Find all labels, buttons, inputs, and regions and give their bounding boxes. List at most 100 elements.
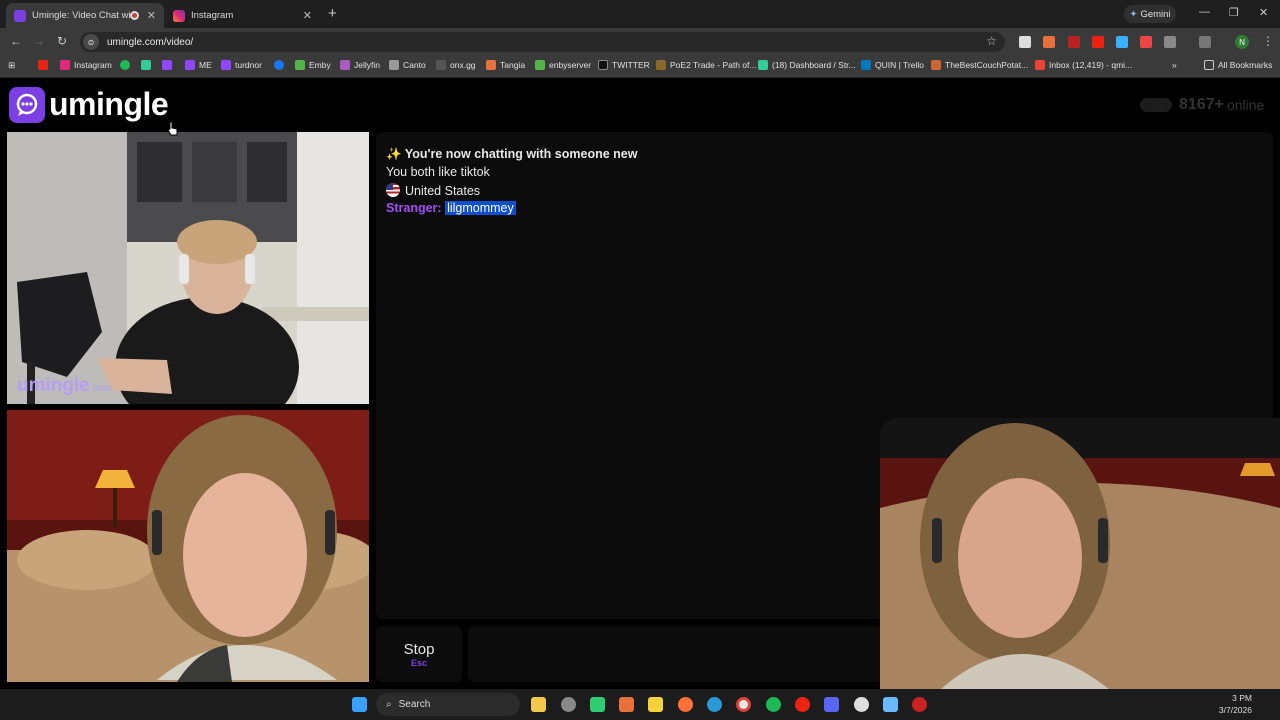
all-bookmarks[interactable]: All Bookmarks (1204, 60, 1272, 70)
new-tab-button[interactable]: + (328, 5, 337, 22)
browser-toolbar: ← → ↻ ⊜ umingle.com/video/ ☆ N ⋮ (0, 28, 1280, 56)
chrome-icon[interactable] (736, 697, 751, 712)
system-clock[interactable]: 3 PM 3/7/2026 (1210, 692, 1252, 716)
more-bookmarks-chevron-icon[interactable]: » (1172, 60, 1177, 70)
bookmark-enbyserver[interactable]: enbyserver (535, 60, 591, 70)
gemini-sparkle-icon: ✦ (1129, 8, 1138, 20)
file-explorer-icon[interactable] (531, 697, 546, 712)
address-bar[interactable]: ⊜ umingle.com/video/ ☆ (80, 32, 1005, 52)
site-info-icon[interactable]: ⊜ (83, 34, 99, 50)
stop-label: Stop (403, 640, 435, 658)
bookmark-tangia[interactable]: Tangia (486, 60, 525, 70)
onx-icon (436, 60, 446, 70)
bookmark-couchpotato[interactable]: TheBestCouchPotat... (931, 60, 1028, 70)
bookmark-facebook[interactable] (274, 60, 288, 70)
apps-grid-icon[interactable]: ⊞ (8, 60, 15, 71)
menu-kebab-icon[interactable]: ⋮ (1262, 34, 1274, 48)
emby-icon (295, 60, 305, 70)
bookmark-label: All Bookmarks (1218, 60, 1273, 70)
hand-cursor-icon (167, 121, 178, 136)
bookmark-label: Emby (309, 60, 331, 70)
notepad-icon[interactable] (883, 697, 898, 712)
chat-intro-text: You're now chatting with someone new (404, 147, 638, 161)
bookmark-canto[interactable]: Canto (389, 60, 426, 70)
discord-icon[interactable] (824, 697, 839, 712)
instagram-icon (60, 60, 70, 70)
tab-instagram[interactable]: Instagram ✕ (165, 3, 320, 28)
forward-arrow-icon[interactable]: → (33, 34, 45, 48)
url-text: umingle.com/video/ (107, 36, 194, 48)
steam-icon[interactable] (561, 697, 576, 712)
stranger-handle[interactable]: lilgmommey (445, 201, 516, 215)
enbyserver-icon (535, 60, 545, 70)
sticky-notes-icon[interactable] (648, 697, 663, 712)
bookmark-youtube[interactable] (38, 60, 52, 70)
bookmark-twitch[interactable] (162, 60, 176, 70)
tab-umingle[interactable]: Umingle: Video Chat with S ✕ (6, 3, 164, 28)
bookmark-label: onx.gg (450, 60, 476, 70)
bookmark-app[interactable] (141, 60, 155, 70)
online-counter: 8167+ online (1140, 96, 1264, 114)
fox-app-icon[interactable] (619, 697, 634, 712)
extension-fox-icon[interactable] (1043, 36, 1055, 48)
stop-shortcut: Esc (410, 657, 427, 668)
couchpotato-icon (931, 60, 941, 70)
canto-icon (389, 60, 399, 70)
dashboard-icon (758, 60, 768, 70)
reload-icon[interactable]: ↻ (57, 34, 67, 48)
window-close-icon[interactable]: ✕ (1259, 6, 1268, 19)
browser-tab-bar: Umingle: Video Chat with S ✕ Instagram ✕… (0, 0, 1280, 28)
bookmark-label: PoE2 Trade - Path of... (670, 60, 757, 70)
extensions-puzzle-icon[interactable] (1164, 36, 1176, 48)
bookmark-jellyfin[interactable]: Jellyfin (340, 60, 380, 70)
bookmark-instagram[interactable]: Instagram (60, 60, 112, 70)
bookmark-poe2[interactable]: PoE2 Trade - Path of... (656, 60, 756, 70)
close-tab-icon[interactable]: ✕ (147, 9, 156, 22)
bookmark-me[interactable]: ME (185, 60, 212, 70)
play-icon[interactable] (590, 697, 605, 712)
us-flag-icon (386, 183, 400, 197)
folder-icon (1204, 60, 1214, 70)
restore-icon[interactable]: ❐ (1229, 6, 1239, 19)
bookmark-turdnor[interactable]: turdnor (221, 60, 262, 70)
site-logo[interactable]: umingle (9, 86, 169, 123)
bookmark-twitter[interactable]: TWITTER (598, 60, 650, 70)
bookmark-label: QUIN | Trello (875, 60, 924, 70)
obs-icon[interactable] (912, 697, 927, 712)
bookmark-trello[interactable]: QUIN | Trello (861, 60, 924, 70)
opera-icon[interactable] (795, 697, 810, 712)
extension-red-icon[interactable] (1068, 36, 1080, 48)
bookmark-star-icon[interactable]: ☆ (986, 34, 997, 48)
bookmarks-bar: ⊞ Instagram ME turdnor Emby Jellyfin Can… (0, 56, 1280, 78)
chat-bubble-icon (9, 86, 45, 123)
theme-toggle[interactable] (1140, 98, 1172, 112)
profile-avatar[interactable]: N (1235, 35, 1249, 49)
side-panel-icon[interactable] (1199, 36, 1211, 48)
clock-time: 3 PM (1232, 693, 1252, 703)
firefox-icon[interactable] (678, 697, 693, 712)
bookmark-emby[interactable]: Emby (295, 60, 331, 70)
settings-gear-icon[interactable] (854, 697, 869, 712)
gemini-button[interactable]: ✦ Gemini (1124, 5, 1176, 23)
extension-blue-icon[interactable] (1116, 36, 1128, 48)
bookmark-dashboard[interactable]: (18) Dashboard / Str... (758, 60, 856, 70)
search-icon: ⌕ (386, 699, 392, 710)
back-arrow-icon[interactable]: ← (10, 34, 22, 48)
watermark-suffix: .com (89, 383, 112, 394)
bookmark-spotify[interactable] (120, 60, 134, 70)
taskbar-search[interactable]: ⌕ Search (376, 693, 520, 716)
minimize-icon[interactable]: — (1199, 6, 1210, 18)
edge-icon[interactable] (707, 697, 722, 712)
tab-title: Umingle: Video Chat with S (32, 10, 130, 21)
bookmark-onx[interactable]: onx.gg (436, 60, 476, 70)
extension-k-icon[interactable] (1019, 36, 1031, 48)
bookmark-inbox[interactable]: Inbox (12,419) - qmi... (1035, 60, 1132, 70)
clock-date: 3/7/2026 (1218, 705, 1252, 715)
extension-shield-icon[interactable] (1140, 36, 1152, 48)
spotify-icon[interactable] (766, 697, 781, 712)
windows-start-icon[interactable] (352, 697, 367, 712)
close-tab-icon[interactable]: ✕ (303, 9, 312, 22)
stop-button[interactable]: Stop Esc (376, 626, 462, 682)
own-camera-video (7, 410, 369, 682)
extension-youtube-icon[interactable] (1092, 36, 1104, 48)
